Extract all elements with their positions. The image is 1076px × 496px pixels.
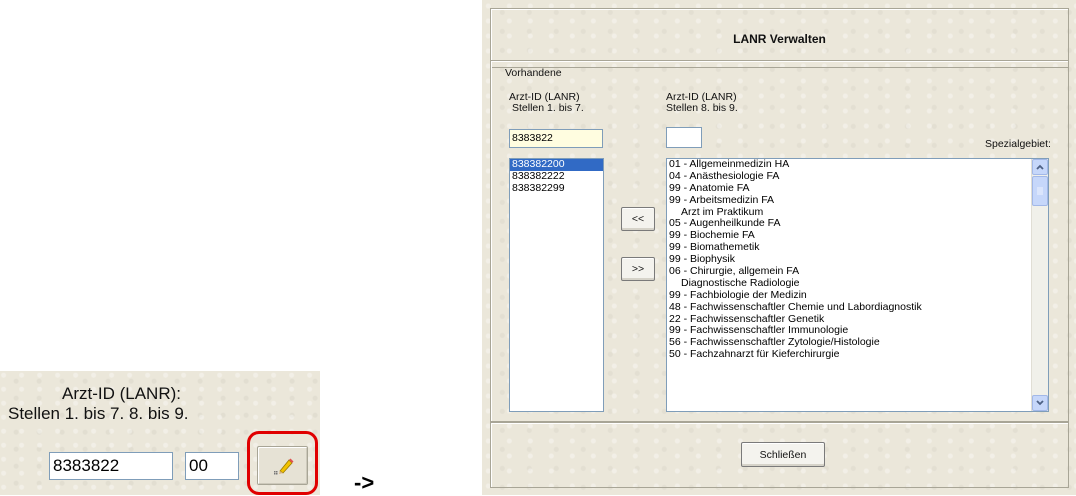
lanr-label: Arzt-ID (LANR): <box>62 384 181 403</box>
chevron-down-icon <box>1036 400 1044 406</box>
move-right-button[interactable]: >> <box>621 257 655 281</box>
specialty-list: 01 - Allgemeinmedizin HA 04 - Anästhesiol… <box>667 159 1048 361</box>
dialog-footer: Schließen <box>490 422 1069 488</box>
specialty-list-item[interactable]: 99 - Fachbiologie der Medizin <box>667 289 1048 302</box>
scroll-thumb[interactable] <box>1032 176 1048 206</box>
edit-lanr-button[interactable] <box>257 446 308 485</box>
transition-arrow: -> <box>354 470 375 495</box>
dialog-content: Vorhandene Arzt-ID (LANR) Stellen 1. bis… <box>490 60 1069 422</box>
lanr-list: 838382200 838382222 838382299 <box>510 159 603 195</box>
scroll-up-button[interactable] <box>1032 159 1048 175</box>
specialty-scrollbar[interactable] <box>1031 159 1048 411</box>
pencil-icon <box>274 458 294 475</box>
lanr-field-snippet: Arzt-ID (LANR): Stellen 1. bis 7. 8. bis… <box>0 371 320 495</box>
lanr-first-digits-field[interactable]: 8383822 <box>509 129 603 148</box>
dialog-header: LANR Verwalten <box>490 8 1069 68</box>
specialty-list-item[interactable]: 50 - Fachzahnarzt für Kieferchirurgie <box>667 348 1048 361</box>
lanr-last-digits-input[interactable]: 00 <box>185 452 239 480</box>
lanr-positions-label: Stellen 1. bis 7. 8. bis 9. <box>8 404 189 423</box>
lanr-first-digits-input[interactable]: 8383822 <box>49 452 173 480</box>
col2-label-line2: Stellen 8. bis 9. <box>666 102 738 114</box>
group-label: Vorhandene <box>505 67 562 79</box>
specialty-listbox[interactable]: 01 - Allgemeinmedizin HA 04 - Anästhesiol… <box>666 158 1049 412</box>
specialty-list-item[interactable]: 99 - Anatomie FA <box>667 182 1048 195</box>
close-button[interactable]: Schließen <box>741 442 825 467</box>
chevron-up-icon <box>1036 164 1044 170</box>
specialty-list-item[interactable]: 99 - Arbeitsmedizin FA <box>667 194 1048 207</box>
lanr-list-item[interactable]: 838382222 <box>510 170 603 183</box>
lanr-dialog: LANR Verwalten Vorhandene Arzt-ID (LANR)… <box>482 0 1076 495</box>
specialty-list-item[interactable]: 04 - Anästhesiologie FA <box>667 170 1048 183</box>
specialty-label: Spezialgebiet: <box>985 138 1051 150</box>
grip-icon <box>1037 187 1043 195</box>
specialty-list-item[interactable]: Diagnostische Radiologie <box>667 277 1048 290</box>
scroll-down-button[interactable] <box>1032 395 1048 411</box>
move-left-button[interactable]: << <box>621 207 655 231</box>
specialty-list-item[interactable]: 48 - Fachwissenschaftler Chemie und Labo… <box>667 301 1048 314</box>
lanr-last-digits-field[interactable] <box>666 127 702 148</box>
col1-label-line2: Stellen 1. bis 7. <box>512 102 584 114</box>
dialog-title: LANR Verwalten <box>733 32 826 46</box>
lanr-list-item[interactable]: 838382299 <box>510 182 603 195</box>
lanr-listbox[interactable]: 838382200 838382222 838382299 <box>509 158 604 412</box>
